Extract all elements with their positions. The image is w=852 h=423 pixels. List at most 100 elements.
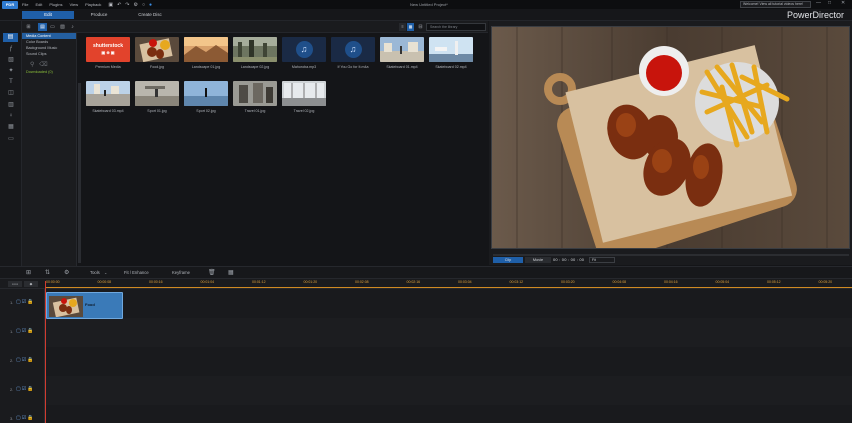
menu-edit[interactable]: Edit [35,2,42,7]
track-lane[interactable] [46,289,852,318]
tab-produce[interactable]: Produce [74,11,124,19]
minimize-button[interactable]: — [816,0,821,6]
room-rail: ▤ ƒ ▧ ✦ T ◫ ▥ ♀ ▦ ▭ [0,21,22,266]
voiceover-icon[interactable]: ♀ [6,112,16,121]
ruler-tick-label: 00:04:16 [664,280,678,284]
media-item[interactable]: Skateboard 02.mp4 [429,37,473,69]
media-thumbnail [429,37,473,62]
media-item[interactable]: ♫ Mahoroba.mp3 [282,37,326,69]
chevron-down-icon[interactable]: ⌄ [104,269,107,277]
view-list-button[interactable]: ≡ [399,23,406,31]
save-icon[interactable]: ▣ [108,2,113,8]
media-thumbnail [86,81,130,106]
track-video-1: 1. ▢☑🔒 [0,289,852,318]
storyboard-icon[interactable]: ▦ [228,269,234,277]
media-filter-video-icon[interactable]: ▭ [48,23,57,31]
preview-image[interactable] [491,26,850,249]
fix-enhance-button[interactable]: Fit / Enhance [124,269,149,277]
media-item[interactable]: Sport 01.jpg [135,81,179,113]
track-lane[interactable] [46,405,852,423]
maximize-button[interactable]: □ [828,0,831,6]
clip-mode-button[interactable]: Clip [493,257,523,263]
media-item[interactable]: Food.jpg [135,37,179,69]
timeline-clip-food[interactable]: Food [46,292,123,319]
timeline-ruler[interactable]: ▭▭ ◆ 00:00:00 00:00:08 00:00:16 00:01:04 00:… [0,279,852,289]
media-filter-audio-icon[interactable]: ♪ [68,23,77,31]
track-manager-icon[interactable]: ⊞ [26,269,31,277]
tab-create-disc[interactable]: Create Disc [124,11,176,19]
media-item[interactable]: ♫ If You Go for It.m4a [331,37,375,69]
track-video-3: 3. ▢☑🔒 [0,405,852,423]
media-item[interactable]: Travel 01.jpg [233,81,277,113]
media-item[interactable]: Skateboard 01.mp4 [380,37,424,69]
track-lane[interactable] [46,318,852,347]
view-grid-button[interactable]: ▦ [407,23,414,31]
track-video-2: 2. ▢☑🔒 [0,347,852,376]
media-thumbnail: ♫ [282,37,326,62]
movie-mode-button[interactable]: Movie [525,257,551,263]
zoom-fit-select[interactable]: Fit [589,257,615,263]
pip-room-icon[interactable]: ▧ [6,56,16,65]
particle-room-icon[interactable]: ✦ [6,67,16,76]
undo-icon[interactable]: ↶ [117,2,121,8]
media-room-icon[interactable]: ▤ [3,33,18,42]
timeline-toolbar: ⊞ ⇅ ⚙ Tools ⌄ Fit / Enhance Keyframe 🗑 ▦ [0,266,852,279]
playhead[interactable] [45,281,46,423]
settings-gear-icon[interactable]: ⚙ [64,269,69,277]
tools-menu[interactable]: Tools [90,269,100,277]
library-search-input[interactable]: Search the library [426,23,486,31]
track-controls-icon[interactable]: ▢☑🔒 [16,299,34,305]
audio-mixing-icon[interactable]: ▥ [6,101,16,110]
account-icon[interactable]: ○ [142,2,145,8]
info-icon[interactable]: ● [149,2,152,8]
media-caption: Travel 01.jpg [244,109,266,113]
menu-file[interactable]: File [22,2,28,7]
keyframe-button[interactable]: Keyframe [172,269,190,277]
sort-icon[interactable]: ⊟ [416,23,425,31]
redo-icon[interactable]: ↷ [125,2,129,8]
fx-room-icon[interactable]: ƒ [6,45,16,54]
category-downloaded[interactable]: Downloaded (0) [22,70,76,74]
import-icon[interactable]: ⊞ [24,23,33,31]
chapter-room-icon[interactable]: ▦ [6,123,16,132]
all-tracks-button[interactable]: ◆ [24,281,38,287]
add-tag-icon[interactable]: ⚲ [30,62,34,68]
track-lane[interactable] [46,347,852,376]
delete-tag-icon[interactable]: ⌫ [39,62,47,68]
media-item[interactable]: Landscape 01.jpg [184,37,228,69]
menu-plugins[interactable]: Plugins [49,2,62,7]
menu-view[interactable]: View [69,2,78,7]
media-item[interactable]: Skateboard 03.mp4 [86,81,130,113]
media-item[interactable]: Travel 02.jpg [282,81,326,113]
track-controls-icon[interactable]: ▢☑🔒 [16,386,34,392]
media-thumbnail [233,37,277,62]
close-button[interactable]: ✕ [841,0,845,6]
preview-seekbar[interactable] [493,254,849,256]
track-header: 2. ▢☑🔒 [0,376,45,405]
preview-window: Clip Movie 00 : 00 : 00 : 00 Fit ▷ □ ◁ ▷… [489,21,852,273]
track-controls-icon[interactable]: ▢☑🔒 [16,357,34,363]
delete-icon[interactable]: 🗑 [208,269,216,277]
tab-edit[interactable]: Edit [22,11,74,19]
title-room-icon[interactable]: T [6,78,16,87]
ruler-tick-label: 00:02:16 [406,280,421,284]
media-item[interactable]: Landscape 02.jpg [233,37,277,69]
subtitle-room-icon[interactable]: ▭ [6,135,16,144]
category-sound-clips[interactable]: Sound Clips [22,51,76,57]
media-filter-image-icon[interactable]: ▨ [58,23,67,31]
library-scrollbar[interactable] [78,83,81,263]
track-controls-icon[interactable]: ▢☑🔒 [16,415,34,421]
media-caption: Mahoroba.mp3 [291,65,317,69]
track-controls-icon[interactable]: ▢☑🔒 [16,328,34,334]
settings-icon[interactable]: ⚙ [133,2,137,8]
menu-playback[interactable]: Playback [85,2,101,7]
transition-room-icon[interactable]: ◫ [6,89,16,98]
track-lane[interactable] [46,376,852,405]
media-item[interactable]: Sport 02.jpg [184,81,228,113]
media-item[interactable]: shutterstock ▣ ⊕ ▣ Premium Media [86,37,130,69]
media-caption: Travel 02.jpg [293,109,315,113]
tutorial-notice[interactable]: Welcome! View all tutorial videos here! [740,1,811,8]
timeline-view-button[interactable]: ▭▭ [8,281,22,287]
media-filter-all-icon[interactable]: ▤ [38,23,47,31]
split-icon[interactable]: ⇅ [45,269,50,277]
